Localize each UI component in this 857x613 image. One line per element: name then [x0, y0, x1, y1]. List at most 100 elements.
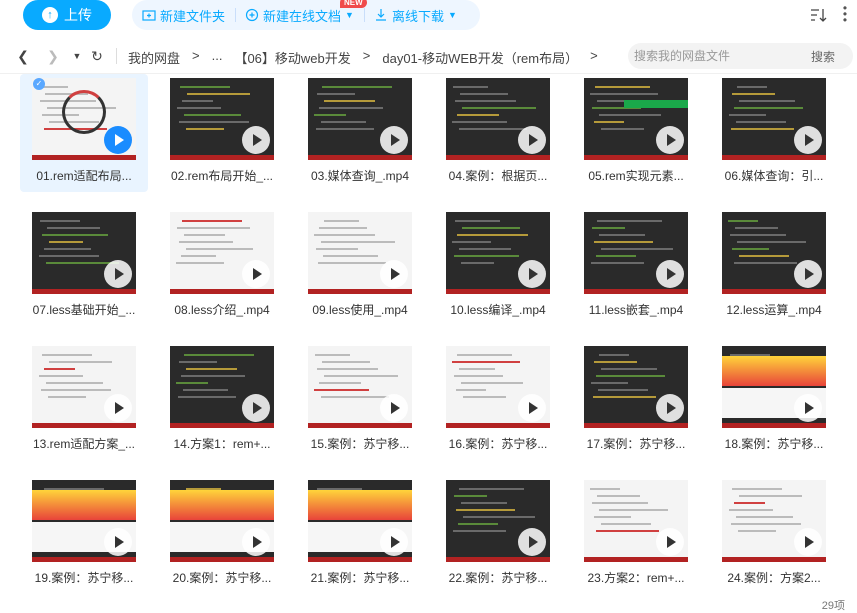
- thumbnail-line: [41, 389, 111, 391]
- play-icon[interactable]: [104, 528, 132, 556]
- file-item[interactable]: ✓ 01.rem适配布局...: [20, 74, 148, 192]
- thumbnail-line: [44, 248, 91, 250]
- play-icon[interactable]: [656, 126, 684, 154]
- upload-button[interactable]: ↑ 上传: [23, 0, 111, 30]
- forward-icon[interactable]: ❯: [44, 47, 62, 65]
- video-thumbnail: [446, 212, 550, 294]
- file-item[interactable]: 20.案例：苏宁移...: [158, 476, 286, 594]
- search-button[interactable]: 搜索: [811, 48, 835, 65]
- video-thumbnail: [722, 346, 826, 428]
- thumbnail-bottom-bar: [722, 155, 826, 160]
- thumbnail-line: [592, 502, 648, 504]
- thumbnail-bottom-bar: [584, 155, 688, 160]
- file-item[interactable]: 24.案例：方案2...: [710, 476, 838, 594]
- play-icon[interactable]: [242, 528, 270, 556]
- thumbnail-line: [462, 227, 520, 229]
- thumbnail-line: [321, 396, 389, 398]
- file-name: 11.less嵌套_.mp4: [588, 303, 684, 317]
- play-icon[interactable]: [380, 126, 408, 154]
- play-icon[interactable]: [794, 126, 822, 154]
- breadcrumb-item-ellipsis[interactable]: ...: [212, 48, 223, 67]
- thumbnail-line: [594, 361, 637, 363]
- file-name: 02.rem布局开始_...: [170, 169, 274, 183]
- thumbnail-line: [459, 128, 527, 130]
- file-item[interactable]: 13.rem适配方案_...: [20, 342, 148, 460]
- back-icon[interactable]: ❮: [14, 47, 32, 65]
- thumbnail-line: [42, 354, 92, 356]
- play-icon[interactable]: [518, 528, 546, 556]
- play-icon[interactable]: [104, 394, 132, 422]
- thumbnail-line: [460, 93, 508, 95]
- new-folder-button[interactable]: 新建文件夹: [132, 0, 235, 30]
- file-item[interactable]: 09.less使用_.mp4: [296, 208, 424, 326]
- more-icon[interactable]: • • •: [839, 2, 851, 26]
- play-icon[interactable]: [242, 260, 270, 288]
- file-item[interactable]: 23.方案2：rem+...: [572, 476, 700, 594]
- thumbnail-bottom-bar: [722, 289, 826, 294]
- file-name: 09.less使用_.mp4: [312, 303, 408, 317]
- play-icon[interactable]: [518, 126, 546, 154]
- file-item[interactable]: 19.案例：苏宁移...: [20, 476, 148, 594]
- file-item[interactable]: 17.案例：苏宁移...: [572, 342, 700, 460]
- file-item[interactable]: 22.案例：苏宁移...: [434, 476, 562, 594]
- breadcrumb-item-my-disk[interactable]: 我的网盘: [128, 48, 180, 67]
- play-icon[interactable]: [794, 260, 822, 288]
- sort-icon[interactable]: [809, 6, 827, 24]
- refresh-icon[interactable]: ↻: [88, 47, 106, 65]
- offline-download-button[interactable]: 离线下载 ▼: [363, 0, 467, 30]
- file-item[interactable]: 21.案例：苏宁移...: [296, 476, 424, 594]
- chevron-down-icon: ▼: [345, 10, 354, 20]
- play-icon[interactable]: [380, 394, 408, 422]
- file-item[interactable]: 08.less介绍_.mp4: [158, 208, 286, 326]
- search-input[interactable]: [628, 49, 803, 63]
- play-icon[interactable]: [518, 394, 546, 422]
- file-item[interactable]: 16.案例：苏宁移...: [434, 342, 562, 460]
- play-icon[interactable]: [656, 394, 684, 422]
- play-icon[interactable]: [794, 528, 822, 556]
- play-icon[interactable]: [242, 126, 270, 154]
- file-item[interactable]: 18.案例：苏宁移...: [710, 342, 838, 460]
- file-item[interactable]: 12.less运算_.mp4: [710, 208, 838, 326]
- play-icon[interactable]: [104, 126, 132, 154]
- thumbnail-bottom-bar: [170, 289, 274, 294]
- play-icon[interactable]: [104, 260, 132, 288]
- file-item[interactable]: 07.less基础开始_...: [20, 208, 148, 326]
- checkbox-icon[interactable]: ✓: [33, 78, 45, 90]
- thumbnail-line: [47, 227, 100, 229]
- thumbnail-bottom-bar: [446, 289, 550, 294]
- video-thumbnail: [722, 78, 826, 160]
- play-icon[interactable]: [794, 394, 822, 422]
- video-thumbnail: [722, 480, 826, 562]
- file-item[interactable]: 06.媒体查询：引...: [710, 74, 838, 192]
- thumbnail-line: [734, 502, 765, 504]
- file-item[interactable]: 05.rem实现元素...: [572, 74, 700, 192]
- breadcrumb-item-mobile-web[interactable]: 【06】移动web开发: [234, 48, 350, 67]
- thumbnail-line: [590, 93, 658, 95]
- history-dropdown-icon[interactable]: ▼: [68, 47, 86, 65]
- play-icon[interactable]: [242, 394, 270, 422]
- play-icon[interactable]: [518, 260, 546, 288]
- thumbnail-line: [180, 86, 230, 88]
- breadcrumb-item-day01[interactable]: day01-移动WEB开发（rem布局）: [382, 48, 578, 67]
- play-icon[interactable]: [656, 528, 684, 556]
- thumbnail-line: [463, 516, 535, 518]
- file-item[interactable]: 02.rem布局开始_...: [158, 74, 286, 192]
- offline-download-label: 离线下载: [391, 8, 444, 24]
- thumbnail-bottom-bar: [584, 423, 688, 428]
- play-icon[interactable]: [380, 260, 408, 288]
- file-item[interactable]: 15.案例：苏宁移...: [296, 342, 424, 460]
- file-item[interactable]: 10.less编译_.mp4: [434, 208, 562, 326]
- play-icon[interactable]: [656, 260, 684, 288]
- thumbnail-line: [599, 234, 645, 236]
- file-item[interactable]: 04.案例：根据页...: [434, 74, 562, 192]
- video-thumbnail: [170, 212, 274, 294]
- file-item[interactable]: 11.less嵌套_.mp4: [572, 208, 700, 326]
- navbar: ❮ ❯ ▼ ↻ 我的网盘 > ... 【06】移动web开发 > day01-移…: [0, 38, 857, 74]
- play-icon[interactable]: [380, 528, 408, 556]
- thumbnail-banner: [170, 490, 274, 520]
- file-item[interactable]: 14.方案1：rem+...: [158, 342, 286, 460]
- file-name: 22.案例：苏宁移...: [448, 571, 548, 585]
- file-name: 03.媒体查询_.mp4: [310, 169, 410, 183]
- scrollbar[interactable]: [851, 74, 857, 594]
- file-item[interactable]: 03.媒体查询_.mp4: [296, 74, 424, 192]
